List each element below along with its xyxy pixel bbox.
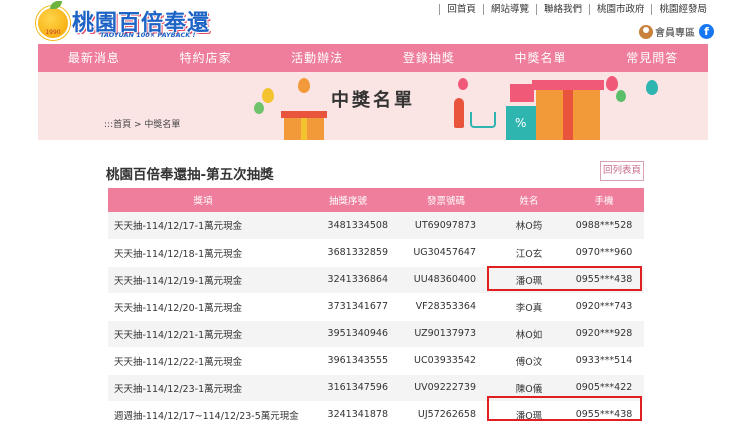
cell-invoice: UC03933542 xyxy=(398,347,494,375)
page-banner: % 中獎名單 :::首頁 > 中獎名單 xyxy=(38,72,708,140)
cell-prize: 天天抽-114/12/23-1萬元現金 xyxy=(108,374,298,402)
top-link-home[interactable]: 回首頁 xyxy=(439,4,483,15)
cell-invoice: UG30457647 xyxy=(398,239,494,267)
cell-phone: 0970***960 xyxy=(564,239,644,267)
table-header-row: 獎項 抽獎序號 發票號碼 姓名 手機 xyxy=(108,188,644,212)
main-nav: 最新消息 特約店家 活動辦法 登錄抽獎 中獎名單 常見問答 xyxy=(38,44,708,72)
cell-prize: 天天抽-114/12/22-1萬元現金 xyxy=(108,347,298,375)
cell-prize: 天天抽-114/12/17-1萬元現金 xyxy=(108,212,298,240)
site-header: 1990 桃園百倍奉還 TAOYUAN 100× PAYBACK ! 回首頁 網… xyxy=(0,0,750,44)
member-area-link[interactable]: 會員專區 xyxy=(655,24,695,39)
cell-invoice: UU48360400 xyxy=(398,266,494,294)
top-link-city-gov[interactable]: 桃園市政府 xyxy=(588,4,652,15)
table-row: 天天抽-114/12/18-1萬元現金 3681332859 UG3045764… xyxy=(108,239,644,267)
top-link-sitemap[interactable]: 網站導覽 xyxy=(482,4,536,15)
cell-serial: 3681332859 xyxy=(298,239,398,267)
cell-phone: 0933***514 xyxy=(564,347,644,375)
logo-subtitle: TAOYUAN 100× PAYBACK ! xyxy=(100,31,196,39)
winners-table: 獎項 抽獎序號 發票號碼 姓名 手機 天天抽-114/12/17-1萬元現金 3… xyxy=(108,188,644,422)
facebook-icon[interactable]: f xyxy=(699,24,714,39)
column-header-name: 姓名 xyxy=(494,188,564,212)
table-row: 天天抽-114/12/22-1萬元現金 3961343555 UC0393354… xyxy=(108,347,644,375)
column-header-serial: 抽獎序號 xyxy=(298,188,398,212)
cell-prize: 天天抽-114/12/20-1萬元現金 xyxy=(108,293,298,321)
cell-serial: 3961343555 xyxy=(298,347,398,375)
column-header-prize: 獎項 xyxy=(108,188,298,212)
cell-name: 傅O汶 xyxy=(494,347,564,375)
cell-serial: 3951340946 xyxy=(298,320,398,348)
breadcrumb[interactable]: :::首頁 > 中獎名單 xyxy=(104,117,180,130)
cell-name: 江O玄 xyxy=(494,239,564,267)
top-link-econ-bureau[interactable]: 桃園經發局 xyxy=(651,4,714,15)
top-links: 回首頁 網站導覽 聯絡我們 桃園市政府 桃園經發局 xyxy=(439,4,714,15)
cell-phone: 0920***743 xyxy=(564,293,644,321)
site-logo[interactable]: 1990 桃園百倍奉還 TAOYUAN 100× PAYBACK ! xyxy=(36,1,236,43)
column-header-phone: 手機 xyxy=(564,188,644,212)
cell-phone: 0988***528 xyxy=(564,212,644,240)
cell-prize: 天天抽-114/12/19-1萬元現金 xyxy=(108,266,298,294)
cell-serial: 3241341878 xyxy=(298,401,398,422)
cell-invoice: UZ90137973 xyxy=(398,320,494,348)
column-header-invoice: 發票號碼 xyxy=(398,188,494,212)
cell-invoice: UT69097873 xyxy=(398,212,494,240)
cell-prize: 天天抽-114/12/18-1萬元現金 xyxy=(108,239,298,267)
cell-serial: 3241336864 xyxy=(298,266,398,294)
cell-serial: 3481334508 xyxy=(298,212,398,240)
highlight-box-row-8 xyxy=(487,396,642,421)
table-row: 天天抽-114/12/21-1萬元現金 3951340946 UZ9013797… xyxy=(108,320,644,348)
nav-item-news[interactable]: 最新消息 xyxy=(38,44,150,72)
section-title: 桃園百倍奉還抽-第五次抽獎 xyxy=(106,167,274,183)
cell-phone: 0920***928 xyxy=(564,320,644,348)
member-area: 會員專區 f xyxy=(639,24,714,39)
top-link-contact[interactable]: 聯絡我們 xyxy=(535,4,589,15)
nav-item-register[interactable]: 登錄抽獎 xyxy=(373,44,485,72)
nav-item-stores[interactable]: 特約店家 xyxy=(150,44,262,72)
cell-invoice: UV09222739 xyxy=(398,374,494,402)
gift-box-icon xyxy=(281,111,327,140)
cell-name: 林O筠 xyxy=(494,212,564,240)
peach-logo-icon: 1990 xyxy=(36,1,70,40)
nav-item-winners[interactable]: 中獎名單 xyxy=(485,44,597,72)
nav-item-rules[interactable]: 活動辦法 xyxy=(261,44,373,72)
back-to-list-button[interactable]: 回列表頁 xyxy=(600,161,644,181)
cell-name: 林O如 xyxy=(494,320,564,348)
page-title: 中獎名單 xyxy=(331,90,415,111)
cell-invoice: UJ57262658 xyxy=(398,401,494,422)
cell-name: 李O真 xyxy=(494,293,564,321)
nav-item-faq[interactable]: 常見問答 xyxy=(596,44,708,72)
cell-prize: 天天抽-114/12/21-1萬元現金 xyxy=(108,320,298,348)
table-row: 天天抽-114/12/20-1萬元現金 3731341677 VF2835336… xyxy=(108,293,644,321)
cell-prize: 週週抽-114/12/17~114/12/23-5萬元現金 xyxy=(108,401,299,422)
cell-serial: 3731341677 xyxy=(298,293,398,321)
shopping-cart-icon xyxy=(470,112,496,128)
cell-serial: 3161347596 xyxy=(298,374,398,402)
table-row: 天天抽-114/12/17-1萬元現金 3481334508 UT6909787… xyxy=(108,212,644,240)
highlight-box-row-3 xyxy=(487,266,642,291)
cell-invoice: VF28353364 xyxy=(398,293,494,321)
user-icon[interactable] xyxy=(639,24,653,39)
